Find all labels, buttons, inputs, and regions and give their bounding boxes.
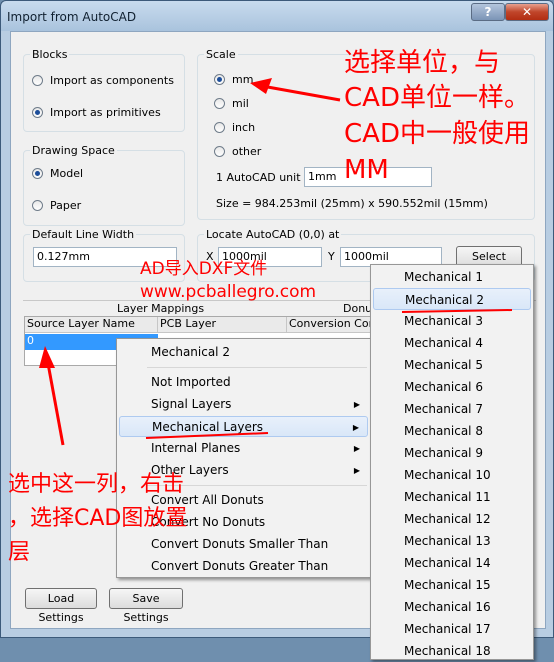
arrow-to-mm-icon [250, 78, 341, 102]
annotation-center-title: AD导入DXF文件 [140, 259, 268, 279]
annotation-select-line3: 层 [8, 540, 31, 565]
underline-mechanical-layers [145, 432, 269, 439]
underline-mechanical-2 [401, 309, 513, 313]
annotation-unit-line1: 选择单位，与 [344, 48, 501, 78]
annotation-unit-line3: CAD中一般使用 [344, 119, 530, 149]
annotation-select-line2: ，选择CAD图放置 [8, 506, 188, 531]
arrow-up-to-row-icon [39, 346, 65, 446]
annotation-unit-line4: MM [344, 155, 389, 185]
annotation-unit-line2: CAD单位一样。 [344, 83, 530, 113]
annotation-select-line1: 选中这一列，右击 [8, 472, 185, 497]
annotation-center-url: www.pcballegro.com [140, 282, 317, 302]
